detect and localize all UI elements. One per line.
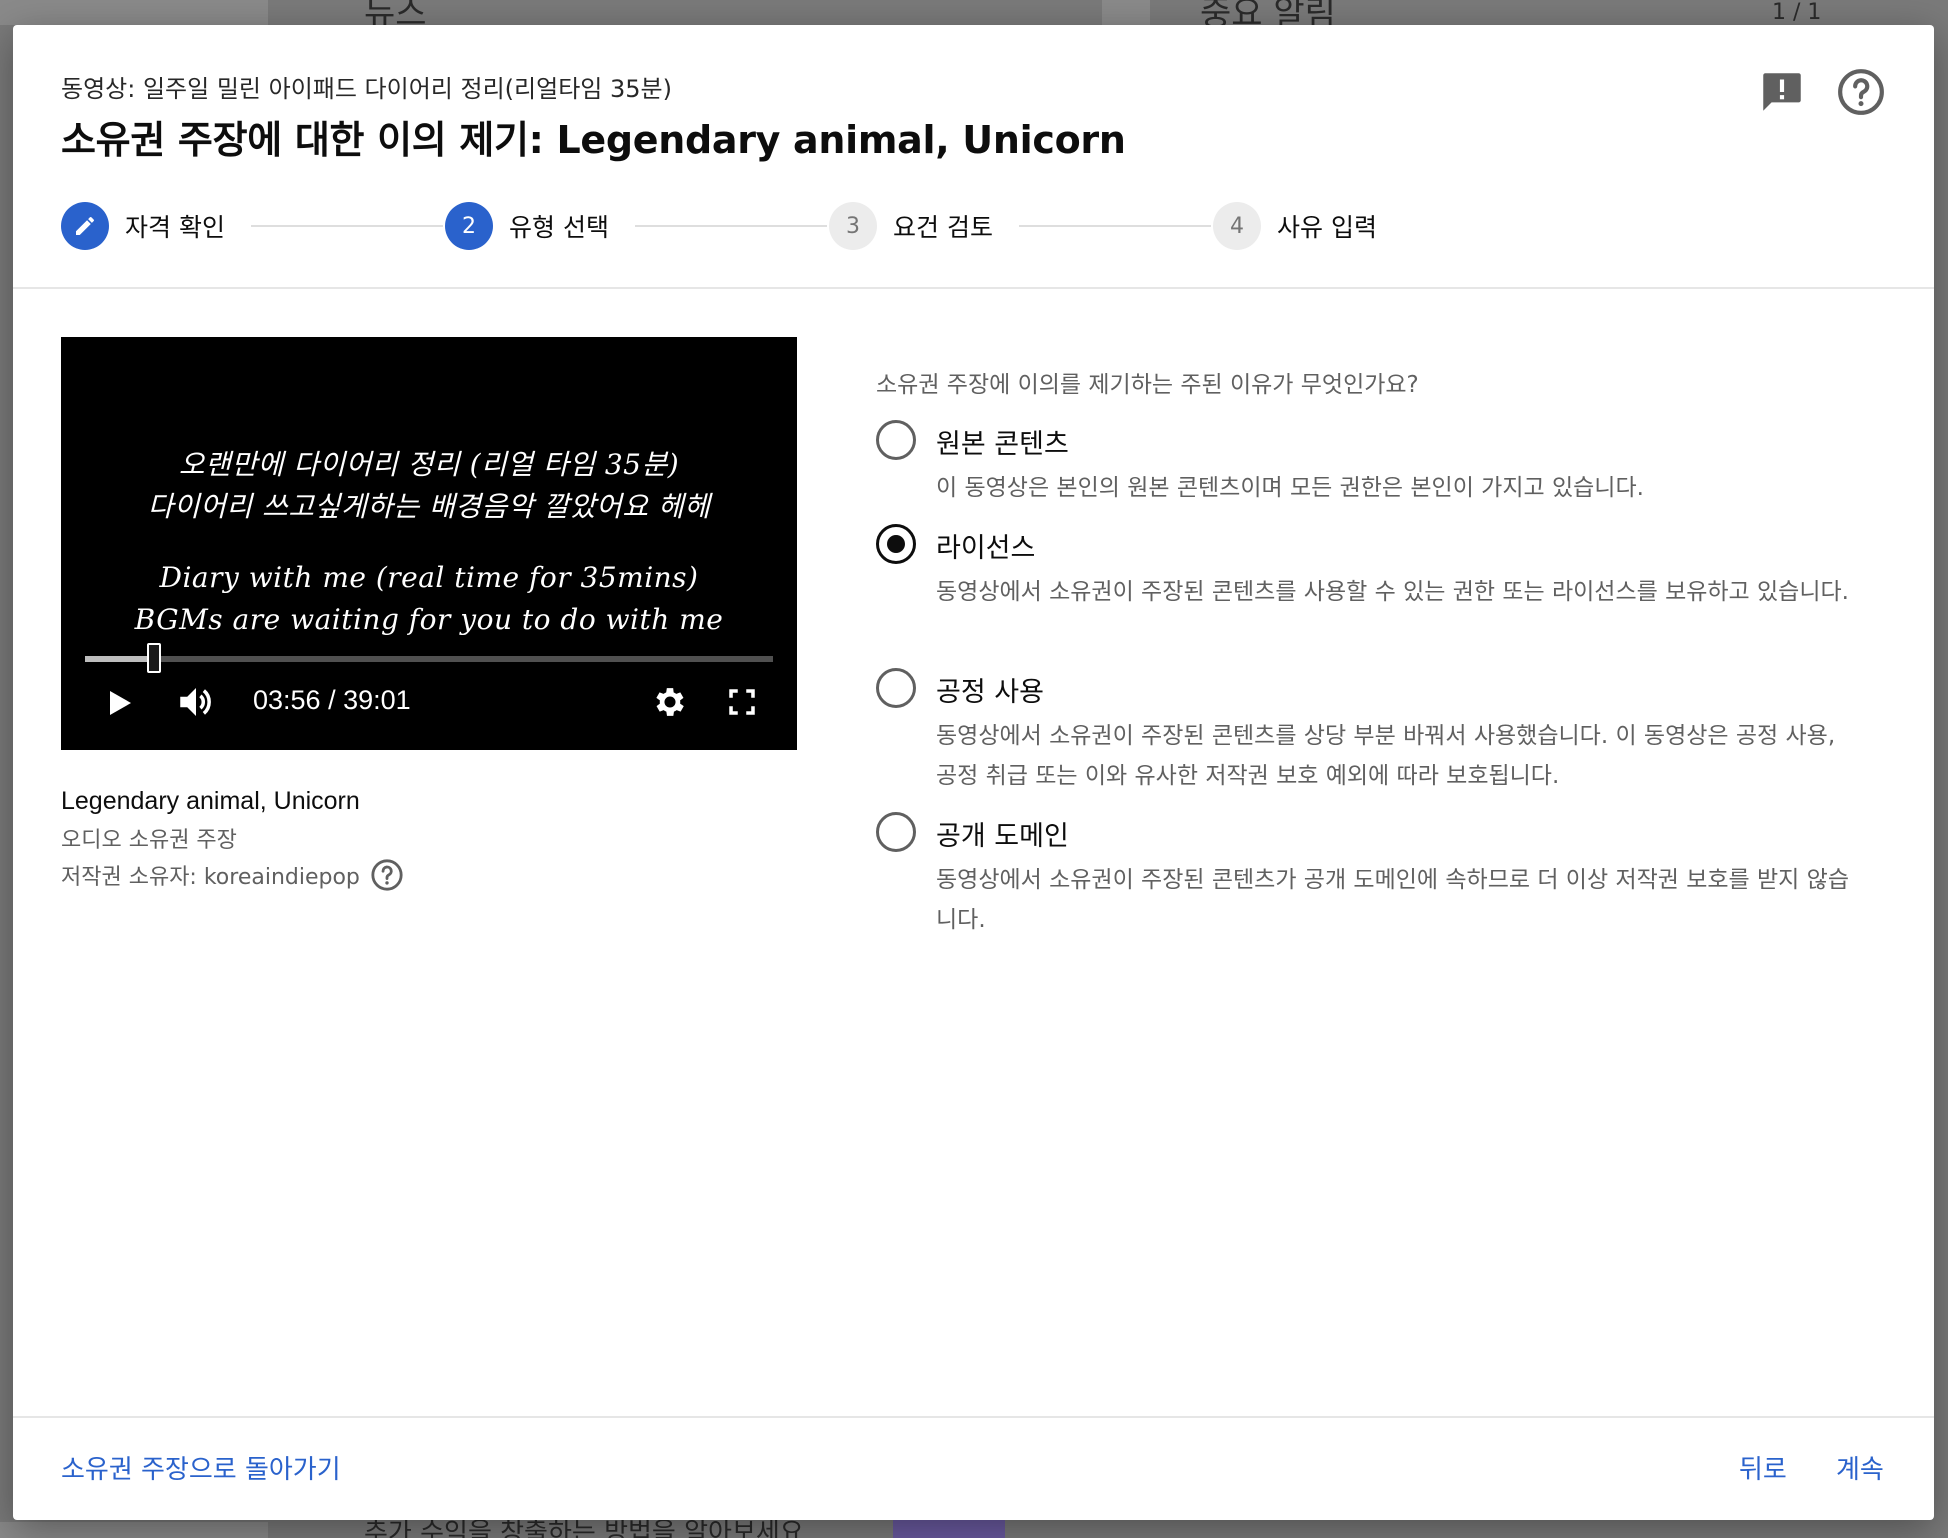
claim-type: 오디오 소유권 주장 — [61, 828, 237, 853]
step-connector — [635, 225, 827, 227]
video-caption-line: Diary with me (real time for 35mins) — [159, 561, 699, 594]
option-fair-use[interactable]: 공정 사용 동영상에서 소유권이 주장된 콘텐츠를 상당 부분 바꿔서 사용했습… — [876, 668, 1856, 789]
continue-button[interactable]: 계속 — [1836, 1449, 1884, 1486]
fullscreen-icon[interactable] — [725, 685, 759, 719]
radio-public-domain[interactable] — [876, 812, 916, 852]
background-card — [0, 1522, 268, 1538]
stepper: 자격 확인 2 유형 선택 3 요건 검토 4 사유 입력 — [61, 201, 1461, 251]
video-caption-line: 다이어리 쓰고싶게하는 배경음악 깔았어요 헤헤 — [147, 490, 711, 523]
option-original-content[interactable]: 원본 콘텐츠 이 동영상은 본인의 원본 콘텐츠이며 모든 권한은 본인이 가지… — [876, 420, 1856, 501]
option-label: 원본 콘텐츠 — [936, 429, 1069, 460]
radio-license[interactable] — [876, 524, 916, 564]
option-label: 라이선스 — [936, 533, 1036, 564]
step-label: 사유 입력 — [1277, 213, 1377, 242]
step-number: 4 — [1213, 202, 1261, 250]
volume-icon[interactable] — [175, 681, 217, 723]
background-alerts-pager: 1 / 1 — [1772, 0, 1822, 25]
help-icon[interactable] — [1836, 67, 1886, 117]
radio-original-content[interactable] — [876, 420, 916, 460]
background-card — [1102, 0, 1150, 25]
step-number: 3 — [829, 202, 877, 250]
settings-icon[interactable] — [651, 683, 689, 721]
back-to-claims-link[interactable]: 소유권 주장으로 돌아가기 — [61, 1449, 341, 1486]
step-label: 유형 선택 — [509, 213, 609, 242]
claimed-asset-title: Legendary animal, Unicorn — [61, 787, 360, 815]
header-divider — [13, 287, 1934, 289]
help-icon[interactable] — [370, 858, 404, 892]
step-enter-reason[interactable]: 4 사유 입력 — [1213, 201, 1377, 251]
feedback-icon[interactable] — [1757, 67, 1807, 117]
option-label: 공개 도메인 — [936, 821, 1069, 852]
option-public-domain[interactable]: 공개 도메인 동영상에서 소유권이 주장된 콘텐츠가 공개 도메인에 속하므로 … — [876, 812, 1856, 933]
step-label: 요건 검토 — [893, 213, 993, 242]
video-caption-line: 오랜만에 다이어리 정리 (리얼 타임 35분) — [178, 448, 680, 481]
step-label: 자격 확인 — [125, 213, 225, 242]
step-eligibility[interactable]: 자격 확인 — [61, 201, 225, 251]
progress-scrubber[interactable] — [147, 643, 162, 673]
dialog-title: 소유권 주장에 대한 이의 제기: Legendary animal, Unic… — [61, 118, 1126, 162]
background-thumbnail — [893, 1520, 1005, 1538]
option-license[interactable]: 라이선스 동영상에서 소유권이 주장된 콘텐츠를 사용할 수 있는 권한 또는 … — [876, 524, 1856, 644]
dispute-question: 소유권 주장에 이의를 제기하는 주된 이유가 무엇인가요? — [876, 372, 1419, 398]
copyright-owner: 저작권 소유자: koreaindiepop — [61, 858, 404, 892]
dialog-subtitle: 동영상: 일주일 밀린 아이패드 다이어리 정리(리얼타임 35분) — [61, 75, 672, 103]
option-description: 이 동영상은 본인의 원본 콘텐츠이며 모든 권한은 본인이 가지고 있습니다. — [936, 475, 1644, 501]
progress-played — [85, 656, 155, 662]
option-description: 동영상에서 소유권이 주장된 콘텐츠를 사용할 수 있는 권한 또는 라이선스를… — [936, 579, 1849, 605]
dispute-dialog: 동영상: 일주일 밀린 아이패드 다이어리 정리(리얼타임 35분) 소유권 주… — [13, 25, 1934, 1520]
video-player[interactable]: 오랜만에 다이어리 정리 (리얼 타임 35분) 다이어리 쓰고싶게하는 배경음… — [61, 337, 797, 750]
step-connector — [1019, 225, 1211, 227]
play-icon[interactable] — [101, 685, 137, 721]
step-number: 2 — [445, 202, 493, 250]
footer-divider — [13, 1416, 1934, 1418]
option-description: 동영상에서 소유권이 주장된 콘텐츠를 상당 부분 바꿔서 사용했습니다. 이 … — [936, 723, 1836, 789]
video-caption-line: BGMs are waiting for you to do with me — [134, 603, 724, 636]
radio-fair-use[interactable] — [876, 668, 916, 708]
progress-bar[interactable] — [85, 656, 773, 662]
edit-pencil-icon — [76, 216, 95, 235]
copyright-owner-label: 저작권 소유자: koreaindiepop — [61, 865, 360, 890]
option-description: 동영상에서 소유권이 주장된 콘텐츠가 공개 도메인에 속하므로 더 이상 저작… — [936, 867, 1849, 933]
step-done-circle — [61, 202, 109, 250]
back-button[interactable]: 뒤로 — [1739, 1449, 1787, 1486]
step-connector — [251, 225, 443, 227]
time-display: 03:56 / 39:01 — [253, 685, 411, 715]
step-select-type[interactable]: 2 유형 선택 — [445, 201, 609, 251]
option-label: 공정 사용 — [936, 677, 1044, 708]
background-card — [0, 0, 268, 25]
step-review-requirements[interactable]: 3 요건 검토 — [829, 201, 993, 251]
